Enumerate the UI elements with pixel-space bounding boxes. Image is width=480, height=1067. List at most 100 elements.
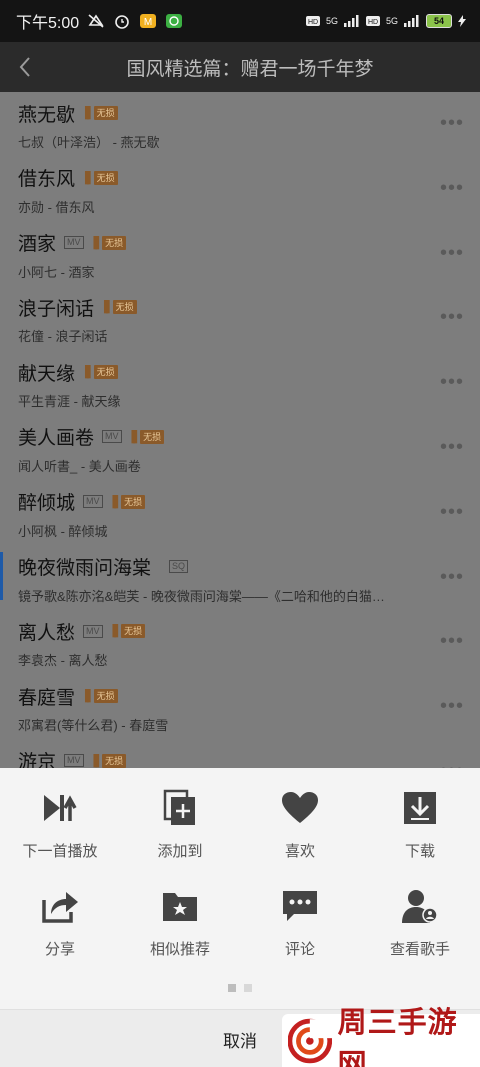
view-singer-button[interactable]: 查看歌手: [360, 886, 480, 986]
more-icon[interactable]: •••: [440, 242, 464, 265]
more-icon[interactable]: •••: [440, 371, 464, 394]
watermark-text: 周三手游网: [337, 1007, 458, 1067]
lossless-label: 无损: [140, 429, 165, 444]
song-row[interactable]: 借东风 ▐▌ 无损 亦勋 - 借东风 •••: [0, 157, 480, 222]
song-row-playing[interactable]: 晚夜微雨问海棠 SQ 镜予歌&陈亦洺&皑芙 - 晚夜微雨问海棠——《二哈和他的白…: [0, 546, 480, 611]
comment-button[interactable]: 评论: [240, 886, 360, 986]
title-bar: 国风精选篇：赠君一场千年梦: [0, 42, 480, 92]
play-next-button[interactable]: 下一首播放: [0, 788, 120, 886]
signal-icon-2: [404, 15, 419, 27]
signal-icon: [343, 15, 359, 27]
song-list[interactable]: 燕无歇 ▐▌ 无损 七叔（叶泽浩） - 燕无歇 ••• 借东风 ▐▌ 无损 亦勋 -…: [0, 92, 480, 768]
sq-badge: SQ: [169, 560, 189, 574]
charging-icon: [458, 15, 466, 27]
lossless-label: 无损: [93, 106, 118, 120]
mv-badge[interactable]: MV: [64, 754, 84, 768]
page-title: 国风精选篇：赠君一场千年梦: [126, 58, 374, 80]
song-row[interactable]: 春庭雪 ▐▌ 无损 邓寓君(等什么君) - 春庭雪 •••: [0, 675, 480, 740]
song-subtitle: 亦勋 - 借东风: [18, 199, 95, 215]
play-next-label: 下一首播放: [22, 843, 98, 860]
lossless-badge: ▐▌ 无损: [109, 624, 146, 639]
song-row[interactable]: 献天缘 ▐▌ 无损 平生青涯 - 献天缘 •••: [0, 351, 480, 416]
lossless-badge: ▐▌ 无损: [81, 689, 118, 704]
add-to-label: 添加到: [157, 843, 203, 860]
song-row[interactable]: 酒家 MV ▐▌ 无损 小阿七 - 酒家 •••: [0, 222, 480, 287]
similar-recommend-button[interactable]: 相似推荐: [120, 886, 240, 986]
lossless-badge: ▐▌ 无损: [81, 170, 118, 185]
mv-badge[interactable]: MV: [102, 430, 122, 444]
song-title: 酒家: [18, 234, 57, 256]
mv-badge[interactable]: MV: [83, 624, 103, 638]
share-label: 分享: [44, 941, 75, 958]
song-row[interactable]: 离人愁 MV ▐▌ 无损 李袁杰 - 离人愁 •••: [0, 610, 480, 675]
more-icon[interactable]: •••: [440, 695, 464, 718]
mv-badge[interactable]: MV: [83, 495, 103, 509]
lossless-label: 无损: [112, 300, 137, 315]
similar-recommend-label: 相似推荐: [149, 941, 210, 958]
download-icon: [400, 788, 440, 828]
song-row[interactable]: 燕无歇 ▐▌ 无损 七叔（叶泽浩） - 燕无歇 •••: [0, 92, 480, 157]
comment-label: 评论: [284, 941, 315, 958]
more-icon[interactable]: •••: [440, 177, 464, 200]
lossless-badge: ▐▌ 无损: [100, 300, 137, 315]
lossless-label: 无损: [121, 494, 146, 509]
lossless-label: 无损: [93, 689, 118, 704]
song-subtitle: 花僮 - 浪子闲话: [18, 329, 108, 345]
song-subtitle: 镜予歌&陈亦洺&皑芙 - 晚夜微雨问海棠——《二哈和他的白猫…: [18, 588, 385, 604]
download-button[interactable]: 下载: [360, 788, 480, 886]
hd-icon-2: HD: [365, 16, 380, 26]
song-row[interactable]: 游京 MV ▐▌无损 •••: [0, 740, 480, 768]
back-button[interactable]: [0, 42, 50, 92]
song-subtitle: 闻人听書_ - 美人画卷: [18, 458, 141, 474]
lossless-label: 无损: [102, 235, 127, 250]
action-grid: 下一首播放 添加到 喜欢 下载 分享 相似推荐 评论 查看歌手: [0, 768, 480, 986]
cancel-bar: 取消 周三手游网: [0, 1007, 480, 1067]
song-title: 美人画卷: [18, 428, 95, 450]
more-icon[interactable]: •••: [440, 630, 464, 653]
wechat-icon: [166, 14, 183, 28]
song-subtitle: 平生青涯 - 献天缘: [18, 394, 121, 410]
lossless-badge: ▐▌ 无损: [128, 429, 165, 444]
song-title: 献天缘: [18, 363, 76, 385]
lossless-label: 无损: [121, 624, 146, 639]
cancel-button[interactable]: 取消: [210, 1010, 270, 1067]
more-icon[interactable]: •••: [440, 436, 464, 459]
more-icon[interactable]: •••: [440, 760, 464, 768]
page-dot[interactable]: [244, 984, 252, 992]
like-button[interactable]: 喜欢: [240, 788, 360, 886]
song-row[interactable]: 美人画卷 MV ▐▌ 无损 闻人听書_ - 美人画卷 •••: [0, 416, 480, 481]
song-title: 借东风: [18, 169, 76, 191]
status-bar: 下午5:00 M HD 5G HD 5G 54: [0, 0, 480, 42]
more-icon[interactable]: •••: [440, 306, 464, 329]
song-title: 浪子闲话: [18, 298, 95, 320]
mv-badge[interactable]: MV: [64, 236, 84, 250]
add-to-button[interactable]: 添加到: [120, 788, 240, 886]
song-row[interactable]: 浪子闲话 ▐▌ 无损 花僮 - 浪子闲话 •••: [0, 286, 480, 351]
more-icon[interactable]: •••: [440, 501, 464, 524]
song-subtitle: 邓寓君(等什么君) - 春庭雪: [18, 718, 169, 734]
chevron-left-icon: [19, 57, 30, 77]
song-title: 离人愁: [18, 622, 76, 644]
page-indicator: [0, 984, 480, 992]
song-subtitle: 七叔（叶泽浩） - 燕无歇: [18, 135, 160, 150]
comment-icon: [280, 886, 320, 926]
lossless-label: 无损: [93, 365, 118, 380]
share-icon: [40, 886, 80, 926]
heart-icon: [280, 788, 320, 828]
action-sheet: 下一首播放 添加到 喜欢 下载 分享 相似推荐 评论 查看歌手 取消 周三手游网: [0, 768, 480, 1067]
lossless-badge: ▐▌ 无损: [81, 365, 118, 380]
svg-text:HD: HD: [368, 19, 378, 26]
similar-folder-icon: [160, 886, 200, 926]
lossless-badge: ▐▌ 无损: [81, 106, 118, 120]
mute-icon: [88, 14, 104, 28]
more-icon[interactable]: •••: [440, 566, 464, 589]
watermark: 周三手游网: [282, 1007, 480, 1067]
svg-text:HD: HD: [308, 19, 318, 26]
view-singer-label: 查看歌手: [389, 941, 450, 958]
lossless-label: 无损: [93, 170, 118, 185]
lossless-badge: ▐▌ 无损: [109, 494, 146, 509]
share-button[interactable]: 分享: [0, 886, 120, 986]
song-row[interactable]: 醉倾城 MV ▐▌ 无损 小阿枫 - 醉倾城 •••: [0, 481, 480, 546]
more-icon[interactable]: •••: [440, 112, 464, 135]
song-subtitle: 小阿七 - 酒家: [18, 264, 95, 280]
